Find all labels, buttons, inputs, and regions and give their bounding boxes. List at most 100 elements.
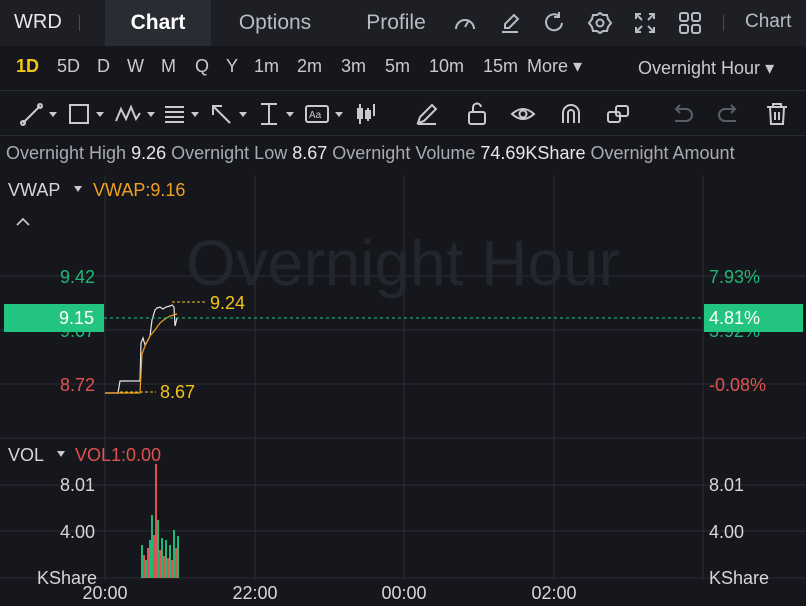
period-bar: 1D 5D D W M Q Y 1m 2m 3m 5m 10m 15m More… — [0, 46, 806, 90]
refresh-icon[interactable] — [541, 11, 567, 35]
overnight-high-value: 9.26 — [131, 143, 167, 163]
overnight-low-value: 8.67 — [292, 143, 328, 163]
magnet-icon[interactable] — [558, 101, 584, 127]
price-tick-left: 8.72 — [60, 375, 95, 395]
svg-text:Aa: Aa — [309, 110, 322, 121]
redo-icon[interactable] — [716, 101, 742, 127]
period-10m[interactable]: 10m — [429, 56, 464, 77]
layers-icon[interactable] — [605, 101, 631, 127]
period-2m[interactable]: 2m — [297, 56, 322, 77]
gauge-icon[interactable] — [452, 11, 478, 35]
edit-icon[interactable] — [497, 11, 523, 35]
pattern-icon[interactable] — [114, 101, 164, 127]
period-5m[interactable]: 5m — [385, 56, 410, 77]
period-m[interactable]: M — [161, 56, 176, 77]
vwap-indicator-value: VWAP:9.16 — [93, 180, 185, 200]
overnight-volume-value: 74.69KShare — [480, 143, 586, 163]
fib-icon[interactable] — [162, 101, 206, 127]
low-marker-label: 8.67 — [160, 382, 195, 402]
volume-bar — [141, 545, 143, 578]
period-3m[interactable]: 3m — [341, 56, 366, 77]
volume-bar — [145, 560, 147, 578]
eye-icon[interactable] — [510, 101, 536, 127]
watermark-text: Overnight Hour — [186, 227, 620, 299]
chart-settings-link[interactable]: Chart — [745, 11, 791, 33]
pencil-icon[interactable] — [414, 101, 440, 127]
vol-tick-left: 4.00 — [60, 522, 95, 542]
time-axis-label: 02:00 — [531, 583, 576, 603]
period-w[interactable]: W — [127, 56, 144, 77]
volume-bar — [149, 540, 151, 578]
volume-bar — [159, 550, 161, 578]
period-q[interactable]: Q — [195, 56, 209, 77]
volume-bar — [177, 536, 179, 578]
volume-bar — [163, 556, 165, 578]
tab-options[interactable]: Options — [223, 0, 327, 46]
arrow-icon[interactable] — [210, 101, 254, 127]
vol-indicator-name[interactable]: VOL — [8, 445, 44, 465]
pct-tick-right: 7.93% — [709, 267, 760, 287]
overnight-stats: Overnight High 9.26 Overnight Low 8.67 O… — [6, 143, 806, 164]
period-15m[interactable]: 15m — [483, 56, 518, 77]
price-chart[interactable]: Overnight Hour VWAP VWAP:9.16 9.42 9.07 … — [0, 170, 806, 606]
divider — [723, 15, 724, 31]
caret-down-icon[interactable] — [74, 186, 82, 192]
overnight-amount-label: Overnight Amount — [590, 143, 735, 163]
volume-bar — [173, 530, 175, 578]
volume-bar — [157, 520, 159, 578]
period-1m[interactable]: 1m — [254, 56, 279, 77]
vol-tick-right: 8.01 — [709, 475, 744, 495]
time-axis-label: 20:00 — [82, 583, 127, 603]
trend-line-icon[interactable] — [20, 101, 64, 127]
vol-tick-right: 4.00 — [709, 522, 744, 542]
vol-indicator-value: VOL1:0.00 — [75, 445, 161, 465]
candle-icon[interactable] — [354, 101, 378, 127]
more-periods-dropdown[interactable]: More ▾ — [527, 56, 582, 77]
volume-bar — [167, 558, 169, 578]
volume-bar — [155, 464, 157, 578]
grid-horizontals — [0, 275, 806, 579]
settings-icon[interactable] — [587, 11, 613, 35]
drawing-toolbar: Aa — [0, 90, 806, 136]
session-dropdown[interactable]: Overnight Hour ▾ — [638, 58, 774, 79]
fullscreen-icon[interactable] — [632, 11, 658, 35]
layout-grid-icon[interactable] — [677, 11, 703, 35]
period-5d[interactable]: 5D — [57, 56, 80, 77]
period-1d[interactable]: 1D — [16, 56, 39, 77]
top-bar: WRD Chart Options Profile Chart — [0, 0, 806, 46]
collapse-chevron-icon[interactable] — [16, 217, 30, 226]
time-axis-label: 00:00 — [381, 583, 426, 603]
pct-tick-right: -0.08% — [709, 375, 766, 395]
volume-bars — [141, 464, 179, 578]
volume-bar — [161, 538, 163, 578]
tab-chart[interactable]: Chart — [105, 0, 211, 46]
current-pct-value: 4.81% — [709, 308, 760, 328]
high-marker-label: 9.24 — [210, 293, 245, 313]
volume-bar — [151, 515, 153, 578]
volume-bar — [143, 555, 145, 578]
overnight-low-label: Overnight Low — [171, 143, 288, 163]
caret-down-icon[interactable] — [57, 451, 65, 457]
unlock-icon[interactable] — [464, 101, 490, 127]
current-price-value: 9.15 — [59, 308, 94, 328]
price-tick-left: 9.42 — [60, 267, 95, 287]
volume-bar — [147, 548, 149, 578]
vol-tick-left: 8.01 — [60, 475, 95, 495]
vwap-indicator-name[interactable]: VWAP — [8, 180, 60, 200]
volume-bar — [175, 548, 177, 578]
vertical-measure-icon[interactable] — [257, 101, 301, 127]
text-icon[interactable]: Aa — [304, 101, 348, 127]
time-axis-label: 22:00 — [232, 583, 277, 603]
undo-icon[interactable] — [669, 101, 695, 127]
caret-down-icon: ▾ — [573, 56, 583, 76]
period-y[interactable]: Y — [226, 56, 238, 77]
ticker-symbol[interactable]: WRD — [14, 11, 62, 34]
more-label: More — [527, 56, 569, 76]
tab-profile[interactable]: Profile — [350, 0, 442, 46]
overnight-volume-label: Overnight Volume — [332, 143, 476, 163]
caret-down-icon: ▾ — [765, 58, 775, 78]
trash-icon[interactable] — [764, 101, 790, 127]
rectangle-icon[interactable] — [67, 101, 111, 127]
volume-bar — [153, 535, 155, 578]
period-d[interactable]: D — [97, 56, 110, 77]
